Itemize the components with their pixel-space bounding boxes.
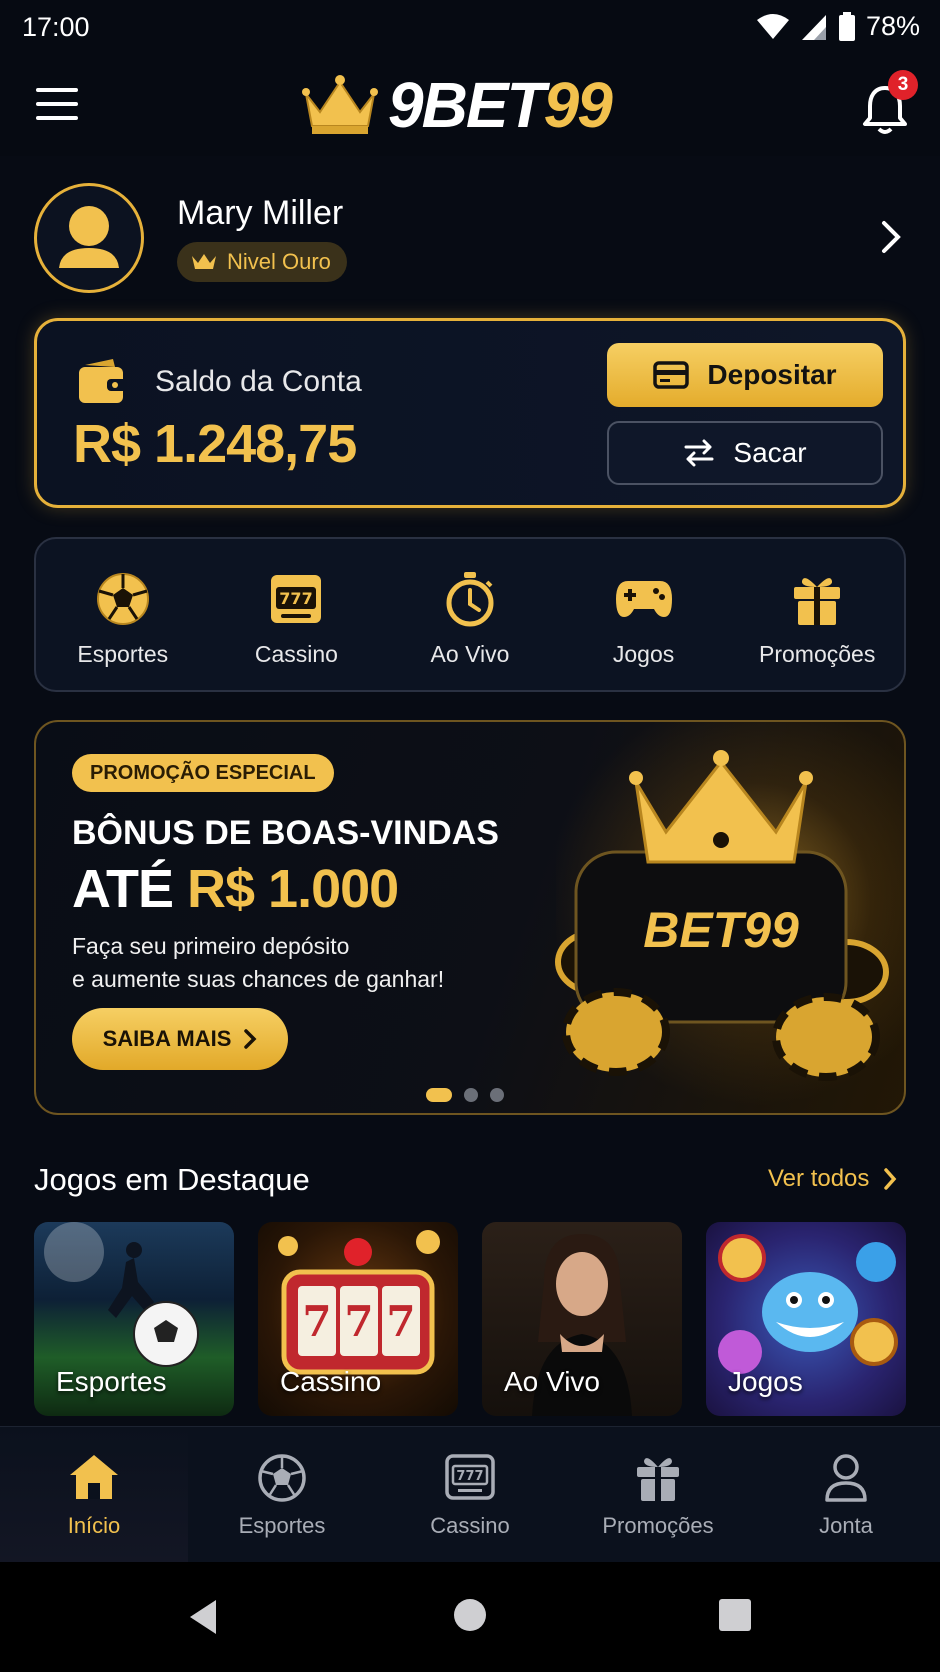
learn-more-label: SAIBA MAIS [102,1026,232,1051]
soccer-ball-icon [96,573,149,625]
game-card-esportes[interactable]: Esportes [34,1222,234,1416]
svg-text:7: 7 [386,1297,415,1346]
status-icons: 78% [756,11,920,42]
gamepad-icon [615,581,672,617]
category-label: Esportes [77,641,169,667]
svg-text:777: 777 [456,1469,483,1484]
learn-more-button[interactable]: SAIBA MAIS [72,1008,288,1070]
game-card-jogos[interactable]: Jogos [706,1222,906,1416]
withdraw-label: Sacar [733,437,807,468]
menu-button[interactable] [36,86,78,122]
see-all-link[interactable]: Ver todos [768,1165,897,1193]
carousel-dots [426,1088,504,1102]
nav-conta[interactable]: Jonta [752,1427,940,1563]
home-circle-icon[interactable] [453,1598,487,1632]
level-label: Nivel Ouro [227,249,331,274]
recents-icon[interactable] [718,1598,752,1632]
user-icon [825,1454,867,1502]
nav-label: Esportes [238,1513,326,1538]
category-ao-vivo[interactable]: Ao Vivo [383,539,557,690]
carousel-dot-active[interactable] [426,1088,452,1102]
featured-games-row: Esportes 7 7 7 Cassino Ao Vivo Jogos [34,1222,914,1416]
chevron-right-icon [244,1029,257,1049]
promo-tag: PROMOÇÃO ESPECIAL [72,754,334,792]
nav-cassino[interactable]: 777 Cassino [376,1427,564,1563]
deposit-button[interactable]: Depositar [607,343,883,407]
user-avatar-icon [59,206,119,268]
carousel-dot[interactable] [464,1088,478,1102]
game-label: Jogos [728,1366,803,1397]
profile-row[interactable]: Mary Miller Nivel Ouro [34,180,914,295]
game-label: Esportes [56,1366,167,1397]
logo-wordmark: 9BET99 [388,69,613,141]
nav-label: Início [67,1513,121,1538]
category-label: Jogos [612,641,675,667]
signal-icon [801,14,826,40]
svg-text:7: 7 [344,1297,373,1346]
system-navigation-bar [0,1562,940,1672]
nav-label: Jonta [819,1513,873,1538]
chevron-right-icon [884,1168,897,1190]
svg-text:777: 777 [280,589,313,608]
crown-icon [192,254,216,269]
balance-card: Saldo da Conta R$ 1.248,75 Depositar Sac… [34,318,906,508]
category-promocoes[interactable]: Promoções [730,539,904,690]
promo-headline: BÔNUS DE BOAS-VINDAS [72,814,499,852]
balance-value: R$ 1.248,75 [73,414,357,474]
notification-badge: 3 [888,70,918,100]
promo-banner[interactable]: BET99 PROMOÇÃO ESPECIAL BÔNUS DE BOAS-VI… [34,720,906,1115]
carousel-dot[interactable] [490,1088,504,1102]
level-badge: Nivel Ouro [177,242,347,282]
wifi-icon [756,13,789,39]
status-bar: 17:00 78% [0,0,940,56]
game-card-cassino[interactable]: 7 7 7 Cassino [258,1222,458,1416]
user-name: Mary Miller [177,194,344,232]
status-time: 17:00 [22,12,90,42]
crown-chips-illustration: BET99 [555,750,889,1081]
soccer-ball-icon [258,1454,306,1502]
bottom-navigation: Início Esportes 777 Cassino Promoções Jo… [0,1426,940,1563]
back-icon[interactable] [186,1598,220,1636]
slot-machine-icon: 777 [271,575,322,623]
deposit-label: Depositar [707,359,837,390]
nav-inicio[interactable]: Início [0,1427,188,1563]
game-label: Ao Vivo [504,1366,600,1397]
balance-label: Saldo da Conta [155,365,362,398]
svg-text:7: 7 [302,1297,331,1346]
battery-percent: 78% [865,11,920,41]
game-label: Cassino [280,1366,382,1397]
app-header: 9BET99 3 [0,56,940,156]
gift-icon [637,1458,679,1501]
withdraw-button[interactable]: Sacar [607,421,883,485]
nav-label: Promoções [602,1513,714,1538]
category-label: Cassino [254,641,338,667]
brand-logo: 9BET99 [300,68,613,142]
category-label: Ao Vivo [430,641,510,667]
promo-description: Faça seu primeiro depósito e aumente sua… [72,933,445,992]
section-title: Jogos em Destaque [34,1162,310,1197]
banner-art-logo: BET99 [643,902,799,958]
transfer-arrows-icon [684,439,714,467]
category-esportes[interactable]: Esportes [36,539,210,690]
home-icon [70,1455,118,1499]
battery-icon [838,11,855,41]
wallet-icon [79,359,127,403]
nav-promocoes[interactable]: Promoções [564,1427,752,1563]
avatar [34,183,144,293]
category-jogos[interactable]: Jogos [557,539,731,690]
category-label: Promoções [759,641,876,667]
credit-card-icon [653,361,690,389]
nav-label: Cassino [430,1513,510,1538]
promo-amount: R$ 1.000 [187,859,399,919]
nav-esportes[interactable]: Esportes [188,1427,376,1563]
category-bar: Esportes 777 Cassino Ao Vivo Jogos Promo… [34,537,906,692]
stopwatch-icon [446,572,494,627]
category-cassino[interactable]: 777 Cassino [210,539,384,690]
crown-icon [302,75,378,134]
game-card-ao-vivo[interactable]: Ao Vivo [482,1222,682,1416]
slot-machine-icon: 777 [445,1454,495,1500]
gift-icon [794,578,841,625]
chevron-right-icon [882,221,901,253]
promo-amount-line: ATÉ R$ 1.000 [72,859,399,919]
